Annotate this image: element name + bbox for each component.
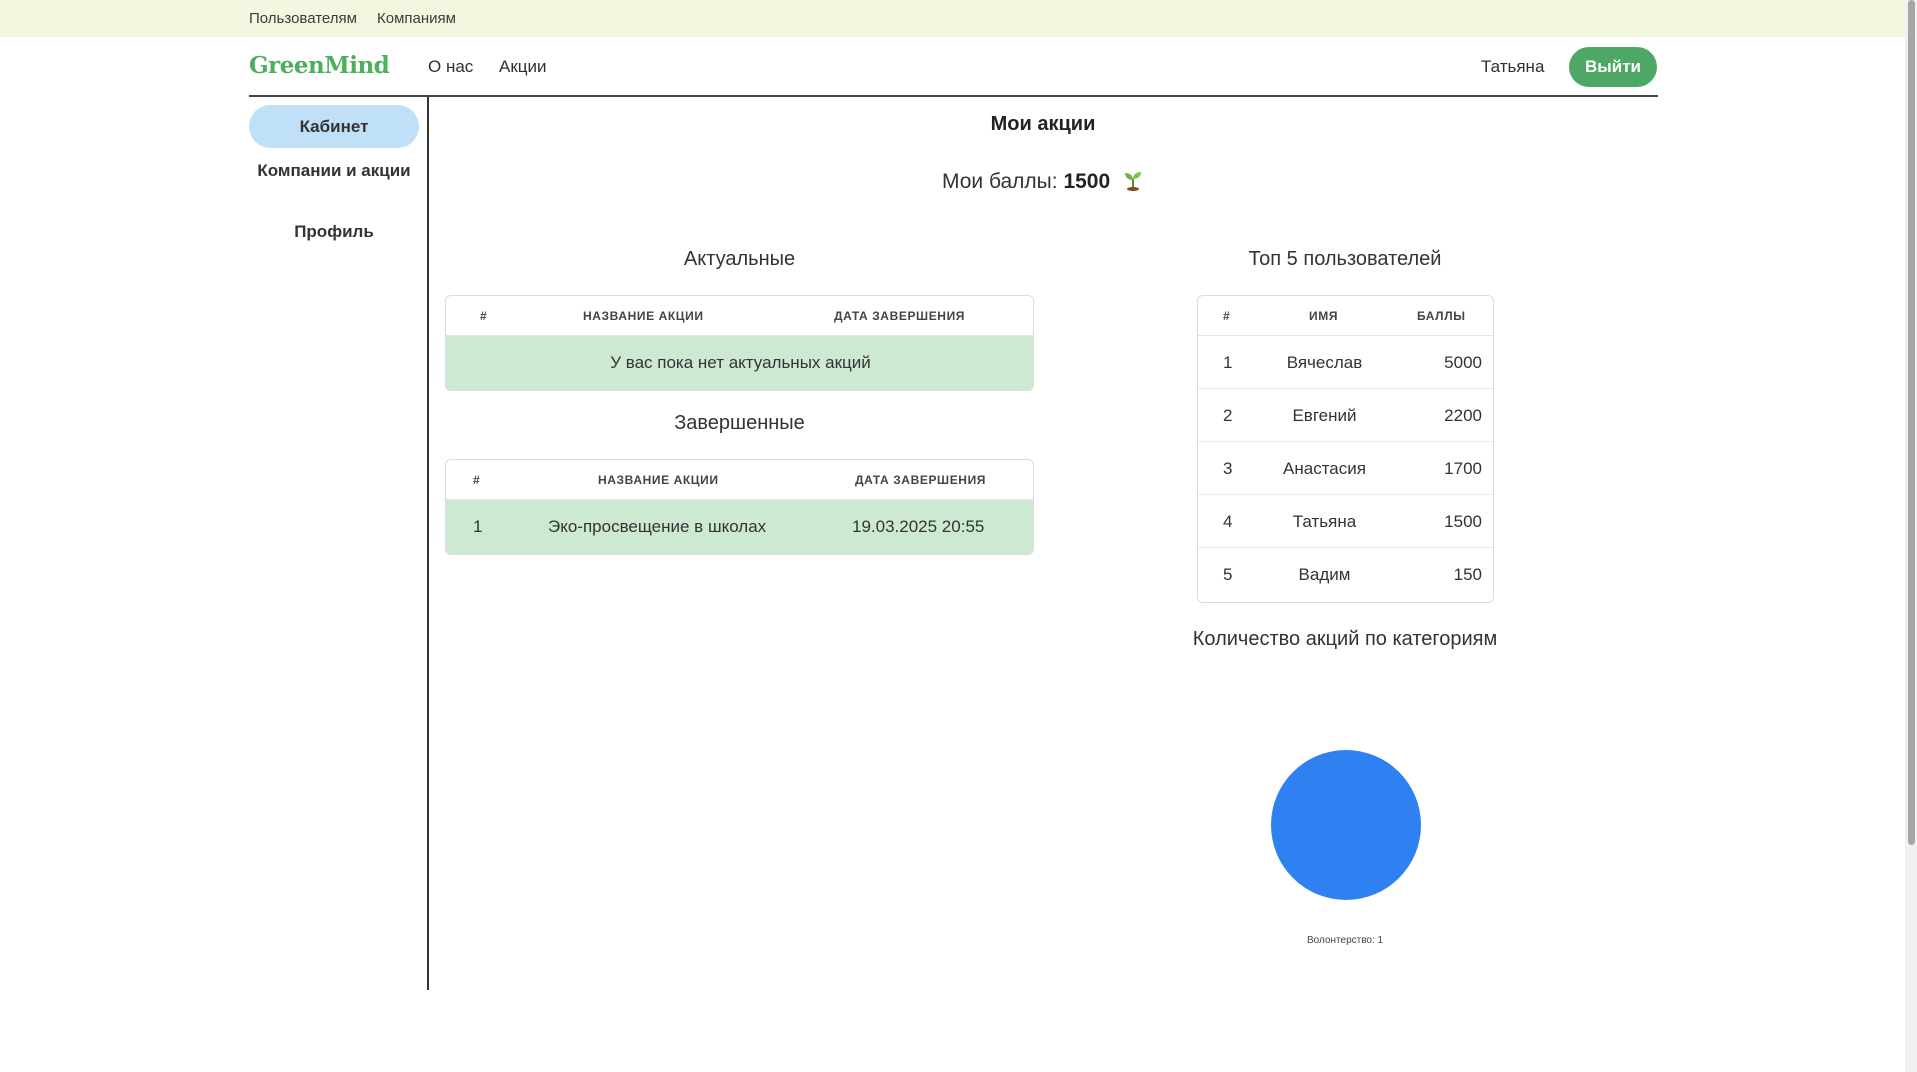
top-strip: Пользователям Компаниям: [0, 0, 1905, 37]
current-actions-title: Актуальные: [683, 248, 796, 270]
cell-action-name: Эко-просвещение в школах: [548, 517, 767, 536]
column-header-date: Дата завершения: [855, 473, 987, 487]
table-row: 4 Татьяна 1500: [1198, 495, 1493, 548]
cell-score: 1500: [1444, 512, 1482, 531]
page-title: Мои акции: [990, 113, 1096, 135]
sprout-icon: [1125, 172, 1142, 191]
column-header-num: #: [473, 473, 481, 487]
current-actions-table: # Название акции Дата завершения У вас п…: [445, 295, 1034, 391]
top-link-users[interactable]: Пользователям: [249, 10, 357, 27]
table-header: # Имя Баллы: [1198, 296, 1493, 336]
empty-state-row: У вас пока нет актуальных акций: [446, 336, 1033, 390]
cell-score: 150: [1453, 565, 1482, 584]
cell-user-name: Анастасия: [1283, 459, 1366, 478]
cell-score: 1700: [1444, 459, 1482, 478]
column-header-score: Баллы: [1417, 309, 1466, 323]
logout-button[interactable]: Выйти: [1569, 47, 1657, 87]
cell-user-name: Вячеслав: [1286, 353, 1363, 372]
points-label: Мои баллы:: [941, 170, 1058, 193]
column-header-name: Название акции: [598, 473, 719, 487]
scrollbar[interactable]: [1905, 0, 1917, 1072]
sidebar-item-cabinet[interactable]: Кабинет: [249, 105, 419, 148]
chart-legend: Волонтерство: 1: [1307, 935, 1383, 946]
user-name[interactable]: Татьяна: [1481, 57, 1544, 77]
cell-score: 2200: [1444, 406, 1482, 425]
category-chart-title: Количество акций по категориям: [1192, 628, 1498, 650]
pie-slice[interactable]: [1271, 750, 1421, 900]
table-row[interactable]: 1 Эко-просвещение в школах 19.03.2025 20…: [446, 500, 1033, 554]
table-header: # Название акции Дата завершения: [446, 296, 1033, 336]
sidebar: Кабинет Компании и акции Профиль: [249, 97, 429, 990]
column-header-name: Имя: [1309, 309, 1339, 323]
top-link-companies[interactable]: Компаниям: [377, 10, 456, 27]
points-value: 1500: [1063, 170, 1111, 193]
completed-actions-title: Завершенные: [674, 412, 805, 434]
table-header: # Название акции Дата завершения: [446, 460, 1033, 500]
sidebar-item-profile[interactable]: Профиль: [249, 222, 419, 241]
legend-item: Волонтерство: 1: [1307, 935, 1384, 946]
header: GreenMind О нас Акции Татьяна Выйти: [249, 37, 1658, 97]
nav-link-about[interactable]: О нас: [428, 57, 473, 77]
scrollbar-thumb[interactable]: [1908, 0, 1915, 845]
completed-actions-table: # Название акции Дата завершения 1 Эко-п…: [445, 459, 1034, 555]
column-header-name: Название акции: [583, 309, 704, 323]
cell-end-date: 19.03.2025 20:55: [852, 517, 985, 536]
cell-user-name: Татьяна: [1292, 512, 1357, 531]
cell-num: 1: [473, 517, 483, 536]
column-header-num: #: [1223, 309, 1231, 323]
table-row: 1 Вячеслав 5000: [1198, 336, 1493, 389]
nav-link-actions[interactable]: Акции: [499, 57, 547, 77]
table-row: 5 Вадим 150: [1198, 548, 1493, 601]
cell-user-name: Вадим: [1298, 565, 1351, 584]
logo[interactable]: GreenMind: [249, 52, 390, 79]
category-pie-chart: [1271, 750, 1421, 900]
column-header-num: #: [480, 309, 488, 323]
cell-user-name: Евгений: [1292, 406, 1357, 425]
table-row: 2 Евгений 2200: [1198, 389, 1493, 442]
sidebar-item-companies-actions[interactable]: Компании и акции: [249, 161, 419, 180]
empty-state-text: У вас пока нет актуальных акций: [610, 353, 871, 372]
table-row: 3 Анастасия 1700: [1198, 442, 1493, 495]
top-users-title: Топ 5 пользователей: [1248, 248, 1442, 270]
cell-score: 5000: [1444, 353, 1482, 372]
column-header-date: Дата завершения: [834, 309, 966, 323]
points-summary: Мои баллы: 1500: [430, 169, 1656, 194]
top-users-table: # Имя Баллы 1 Вячеслав 5000 2 Евгений 22…: [1197, 295, 1494, 603]
